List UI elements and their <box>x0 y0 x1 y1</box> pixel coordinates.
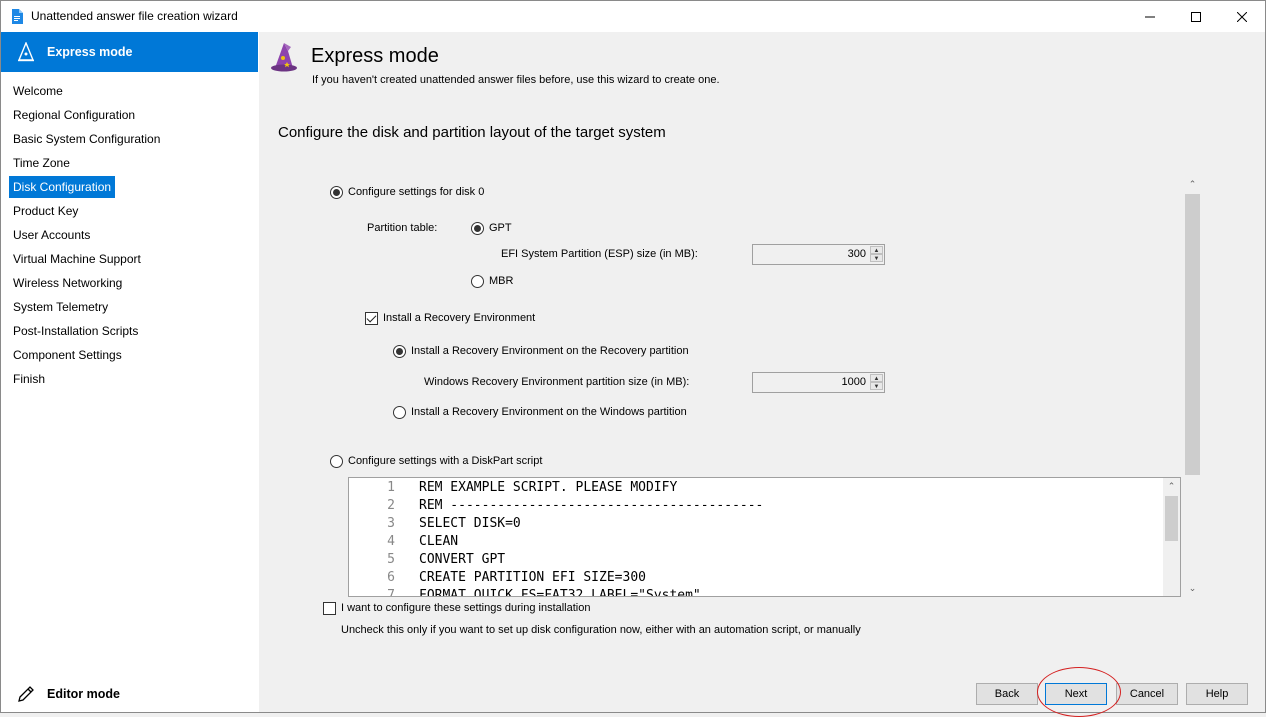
mbr-label: MBR <box>489 275 514 287</box>
sidebar-item-regional-configuration[interactable]: Regional Configuration <box>9 104 139 126</box>
mbr-radio[interactable] <box>471 275 484 288</box>
install-recovery-label: Install a Recovery Environment <box>383 312 536 324</box>
recovery-windows-radio[interactable] <box>393 406 406 419</box>
close-button[interactable] <box>1219 1 1265 32</box>
sidebar: Express mode Welcome Regional Configurat… <box>1 32 259 712</box>
partition-table-label: Partition table: <box>367 222 438 234</box>
gpt-radio[interactable] <box>471 222 484 235</box>
line-code: FORMAT QUICK FS=FAT32 LABEL="System" <box>419 588 701 597</box>
page-subtitle: If you haven't created unattended answer… <box>312 74 720 86</box>
sidebar-item-system-telemetry[interactable]: System Telemetry <box>9 296 112 318</box>
diskpart-label: Configure settings with a DiskPart scrip… <box>348 455 543 467</box>
configure-during-install-checkbox[interactable] <box>323 602 336 615</box>
line-number: 5 <box>387 552 395 567</box>
sidebar-item-basic-system-configuration[interactable]: Basic System Configuration <box>9 128 164 150</box>
configure-disk-label: Configure settings for disk 0 <box>348 186 485 198</box>
winre-size-label: Windows Recovery Environment partition s… <box>424 376 690 388</box>
title-bar: Unattended answer file creation wizard <box>1 1 1265 32</box>
line-number: 2 <box>387 498 395 513</box>
next-button[interactable]: Next <box>1045 683 1107 705</box>
configure-during-install-note: Uncheck this only if you want to set up … <box>341 624 861 636</box>
pencil-icon <box>18 686 34 702</box>
window-title: Unattended answer file creation wizard <box>31 9 238 23</box>
page-title: Express mode <box>311 45 439 67</box>
recovery-partition-label: Install a Recovery Environment on the Re… <box>411 345 689 357</box>
sidebar-item-product-key[interactable]: Product Key <box>9 200 82 222</box>
sidebar-item-virtual-machine-support[interactable]: Virtual Machine Support <box>9 248 145 270</box>
sidebar-header-label: Express mode <box>47 45 133 59</box>
esp-size-label: EFI System Partition (ESP) size (in MB): <box>501 248 698 260</box>
line-number: 1 <box>387 480 395 495</box>
spin-down-icon[interactable]: ▼ <box>870 382 883 390</box>
minimize-icon <box>1145 16 1155 17</box>
winre-size-value: 1000 <box>841 376 866 388</box>
line-code: CLEAN <box>419 534 459 549</box>
sidebar-item-component-settings[interactable]: Component Settings <box>9 344 126 366</box>
sidebar-item-time-zone[interactable]: Time Zone <box>9 152 74 174</box>
recovery-partition-radio[interactable] <box>393 345 406 358</box>
sidebar-editor-mode[interactable]: Editor mode <box>1 676 259 712</box>
line-code: REM EXAMPLE SCRIPT. PLEASE MODIFY <box>419 480 678 495</box>
sidebar-footer-label: Editor mode <box>47 687 120 701</box>
spin-up-icon[interactable]: ▲ <box>870 374 883 382</box>
install-recovery-checkbox[interactable] <box>365 312 378 325</box>
line-number: 7 <box>387 588 395 597</box>
sidebar-item-user-accounts[interactable]: User Accounts <box>9 224 94 246</box>
gpt-label: GPT <box>489 222 512 234</box>
esp-size-value: 300 <box>847 248 866 260</box>
sidebar-item-welcome[interactable]: Welcome <box>9 80 67 102</box>
sidebar-item-post-installation-scripts[interactable]: Post-Installation Scripts <box>9 320 142 342</box>
winre-size-spinner[interactable]: 1000 ▲ ▼ <box>752 372 885 393</box>
line-code: CREATE PARTITION EFI SIZE=300 <box>419 570 646 585</box>
answer-file-icon <box>12 9 23 24</box>
line-number: 3 <box>387 516 395 531</box>
configure-disk-radio[interactable] <box>330 186 343 199</box>
spinner-arrows[interactable]: ▲ ▼ <box>870 374 883 391</box>
line-number: 6 <box>387 570 395 585</box>
sidebar-item-wireless-networking[interactable]: Wireless Networking <box>9 272 126 294</box>
help-button[interactable]: Help <box>1186 683 1248 705</box>
scroll-up-icon[interactable]: ⌃ <box>1163 478 1180 494</box>
sidebar-item-finish[interactable]: Finish <box>9 368 49 390</box>
section-title: Configure the disk and partition layout … <box>278 124 666 141</box>
line-number: 4 <box>387 534 395 549</box>
wizard-icon <box>17 42 35 62</box>
options-scroll-thumb[interactable] <box>1185 194 1200 475</box>
sidebar-item-disk-configuration[interactable]: Disk Configuration <box>9 176 116 198</box>
cancel-button[interactable]: Cancel <box>1116 683 1178 705</box>
back-button[interactable]: Back <box>976 683 1038 705</box>
diskpart-script-editor[interactable]: 1 REM EXAMPLE SCRIPT. PLEASE MODIFY 2 REM … <box>348 477 1181 597</box>
recovery-windows-label: Install a Recovery Environment on the Wi… <box>411 406 687 418</box>
minimize-button[interactable] <box>1127 1 1173 32</box>
spin-up-icon[interactable]: ▲ <box>870 246 883 254</box>
spinner-arrows[interactable]: ▲ ▼ <box>870 246 883 263</box>
scroll-down-icon[interactable]: ⌄ <box>1184 580 1201 596</box>
line-code: CONVERT GPT <box>419 552 506 567</box>
maximize-button[interactable] <box>1173 1 1219 32</box>
line-code: SELECT DISK=0 <box>419 516 521 531</box>
diskpart-radio[interactable] <box>330 455 343 468</box>
editor-scrollbar[interactable]: ⌃ <box>1163 478 1180 596</box>
options-scrollbar[interactable]: ⌃ ⌄ <box>1184 176 1201 596</box>
configure-during-install-label: I want to configure these settings durin… <box>341 602 591 614</box>
scroll-up-icon[interactable]: ⌃ <box>1184 176 1201 192</box>
maximize-icon <box>1191 11 1201 22</box>
wizard-hat-icon <box>271 43 297 72</box>
spin-down-icon[interactable]: ▼ <box>870 254 883 262</box>
editor-scroll-thumb[interactable] <box>1165 496 1178 541</box>
line-code: REM ------------------------------------… <box>419 498 764 513</box>
wizard-window: Unattended answer file creation wizard E… <box>0 0 1266 717</box>
esp-size-spinner[interactable]: 300 ▲ ▼ <box>752 244 885 265</box>
close-icon <box>1237 11 1247 22</box>
sidebar-express-mode[interactable]: Express mode <box>1 32 258 72</box>
